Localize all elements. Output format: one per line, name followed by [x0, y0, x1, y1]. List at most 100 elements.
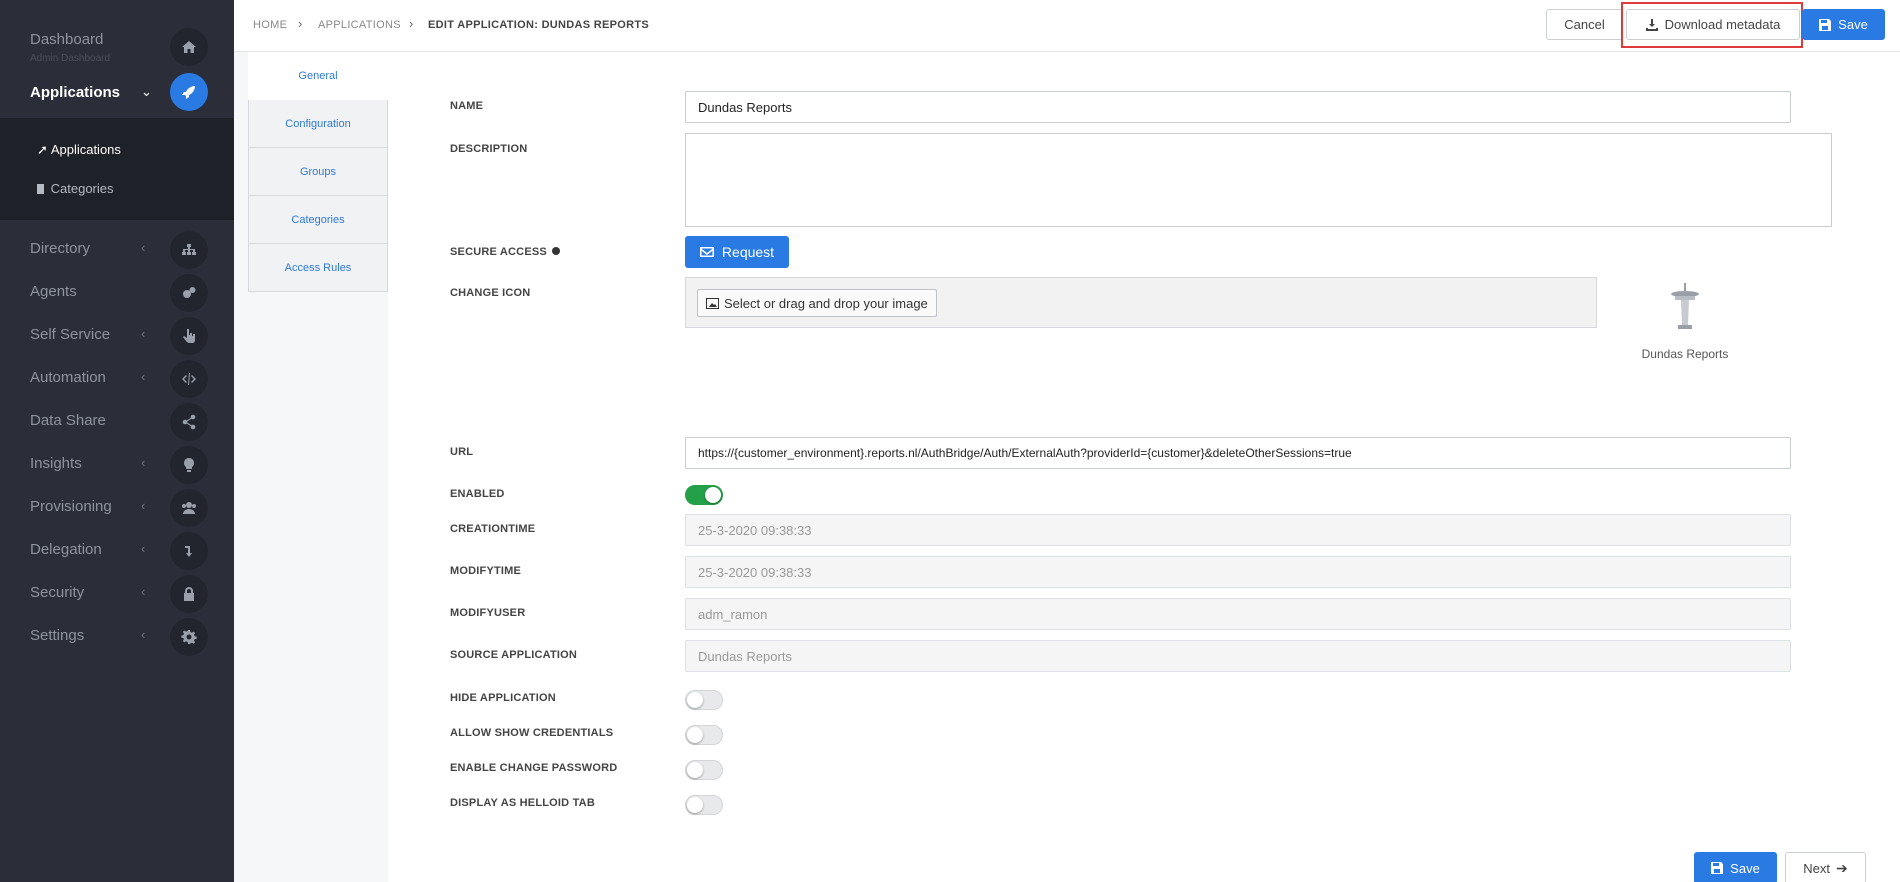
- enabled-toggle[interactable]: [685, 485, 723, 505]
- sidebar-item-label: Insights: [30, 455, 82, 472]
- save-button[interactable]: Save: [1802, 9, 1885, 40]
- icon-caption: Dundas Reports: [1641, 347, 1729, 361]
- description-textarea[interactable]: [685, 133, 1832, 227]
- tab-groups[interactable]: Groups: [248, 148, 388, 196]
- modifyuser-input: adm_ramon: [685, 598, 1791, 630]
- sidebar-item-dashboard[interactable]: Dashboard Admin Dashboard: [0, 24, 234, 66]
- sidebar: Dashboard Admin Dashboard Applications ⌄…: [0, 0, 234, 882]
- sidebar-item-settings[interactable]: Settings ‹: [0, 618, 234, 656]
- sidebar-item-label: Applications: [30, 84, 121, 101]
- sidebar-item-provisioning[interactable]: Provisioning ‹: [0, 489, 234, 527]
- url-label: URL: [450, 446, 474, 458]
- sidebar-item-label: Delegation: [30, 541, 102, 558]
- sidebar-item-label: Settings: [30, 627, 85, 644]
- gear-icon: [170, 618, 208, 656]
- select-image-button[interactable]: Select or drag and drop your image: [697, 289, 937, 317]
- cogs-icon: [170, 274, 208, 312]
- sidebar-item-label: Provisioning: [30, 498, 112, 515]
- space-needle-icon: [1641, 283, 1729, 336]
- name-label: NAME: [450, 100, 484, 112]
- enabled-label: ENABLED: [450, 488, 505, 500]
- rocket-icon: [170, 73, 208, 111]
- code-icon: [170, 360, 208, 398]
- chevron-left-icon: ‹: [141, 455, 146, 470]
- hide-application-label: HIDE APPLICATION: [450, 692, 556, 704]
- hand-pointer-icon: [170, 317, 208, 355]
- sidebar-item-label: Directory: [30, 240, 91, 257]
- sidebar-item-security[interactable]: Security ‹: [0, 575, 234, 613]
- lightbulb-icon: [170, 446, 208, 484]
- display-helloid-tab-label: DISPLAY AS HELLOID TAB: [450, 797, 595, 809]
- enable-change-password-toggle[interactable]: [685, 760, 723, 780]
- sidebar-item-label: Agents: [30, 283, 77, 300]
- next-button[interactable]: Next ➔: [1785, 852, 1866, 882]
- save-icon: [1819, 18, 1832, 31]
- tab-categories[interactable]: Categories: [248, 196, 388, 244]
- chevron-left-icon: ‹: [141, 369, 146, 384]
- save-icon: [1711, 862, 1724, 874]
- source-application-label: SOURCE APPLICATION: [450, 649, 578, 661]
- share-icon: [170, 403, 208, 441]
- sidebar-item-automation[interactable]: Automation ‹: [0, 360, 234, 398]
- save-label: Save: [1838, 17, 1868, 32]
- icon-drop-zone[interactable]: Select or drag and drop your image: [685, 277, 1597, 328]
- info-icon[interactable]: [551, 247, 560, 255]
- sidebar-item-self-service[interactable]: Self Service ‹: [0, 317, 234, 355]
- breadcrumb-separator-icon: ›: [409, 16, 414, 31]
- rocket-icon: ➚: [37, 142, 48, 157]
- lock-icon: [170, 575, 208, 613]
- tab-general[interactable]: General: [248, 52, 398, 100]
- sidebar-item-agents[interactable]: Agents: [0, 274, 234, 312]
- submenu-item-applications[interactable]: ➚ Applications: [37, 142, 121, 158]
- chevron-left-icon: ‹: [141, 326, 146, 341]
- modifytime-input: 25-3-2020 09:38:33: [685, 556, 1791, 588]
- display-helloid-tab-toggle[interactable]: [685, 795, 723, 815]
- creationtime-input: 25-3-2020 09:38:33: [685, 514, 1791, 546]
- sidebar-item-delegation[interactable]: Delegation ‹: [0, 532, 234, 570]
- chevron-left-icon: ‹: [141, 541, 146, 556]
- name-input[interactable]: Dundas Reports: [685, 91, 1791, 123]
- level-down-icon: [170, 532, 208, 570]
- bookmark-icon: [37, 184, 44, 194]
- request-button[interactable]: Request: [685, 236, 789, 268]
- arrow-right-icon: ➔: [1836, 859, 1848, 876]
- highlight-box: [1621, 2, 1803, 48]
- sidebar-submenu: ➚ Applications Categories: [0, 118, 234, 220]
- cancel-button[interactable]: Cancel: [1546, 9, 1623, 40]
- description-label: DESCRIPTION: [450, 143, 528, 155]
- enable-change-password-label: ENABLE CHANGE PASSWORD: [450, 762, 618, 774]
- sidebar-item-data-share[interactable]: Data Share: [0, 403, 234, 441]
- users-icon: [170, 489, 208, 527]
- home-icon: [170, 28, 208, 66]
- sidebar-item-applications[interactable]: Applications ⌄: [0, 73, 234, 111]
- sidebar-item-directory[interactable]: Directory ‹: [0, 231, 234, 269]
- chevron-left-icon: ‹: [141, 627, 146, 642]
- tab-access-rules[interactable]: Access Rules: [248, 244, 388, 292]
- hide-application-toggle[interactable]: [685, 690, 723, 710]
- chevron-left-icon: ‹: [141, 498, 146, 513]
- tab-configuration[interactable]: Configuration: [248, 100, 388, 148]
- submenu-item-categories[interactable]: Categories: [37, 181, 114, 196]
- chevron-down-icon: ⌄: [141, 84, 152, 99]
- modifyuser-label: MODIFYUSER: [450, 607, 526, 619]
- url-input[interactable]: https://{customer_environment}.reports.n…: [685, 437, 1791, 469]
- modifytime-label: MODIFYTIME: [450, 565, 522, 577]
- sidebar-item-insights[interactable]: Insights ‹: [0, 446, 234, 484]
- change-icon-label: CHANGE ICON: [450, 287, 531, 299]
- sidebar-item-label: Security: [30, 584, 85, 601]
- sidebar-item-label: Dashboard: [30, 31, 104, 48]
- sidebar-item-label: Data Share: [30, 412, 106, 429]
- breadcrumb-home[interactable]: HOME: [253, 19, 287, 31]
- envelope-icon: [699, 247, 714, 257]
- breadcrumb-current: EDIT APPLICATION: DUNDAS REPORTS: [428, 19, 650, 31]
- allow-show-credentials-toggle[interactable]: [685, 725, 723, 745]
- footer-save-button[interactable]: Save: [1694, 852, 1777, 882]
- creationtime-label: CREATIONTIME: [450, 523, 536, 535]
- source-application-input: Dundas Reports: [685, 640, 1791, 672]
- allow-show-credentials-label: ALLOW SHOW CREDENTIALS: [450, 727, 614, 739]
- chevron-left-icon: ‹: [141, 584, 146, 599]
- sidebar-item-label: Automation: [30, 369, 106, 386]
- breadcrumb-applications[interactable]: APPLICATIONS: [318, 19, 401, 31]
- sidebar-item-sublabel: Admin Dashboard: [30, 53, 111, 64]
- secure-access-label: SECURE ACCESS: [450, 246, 560, 258]
